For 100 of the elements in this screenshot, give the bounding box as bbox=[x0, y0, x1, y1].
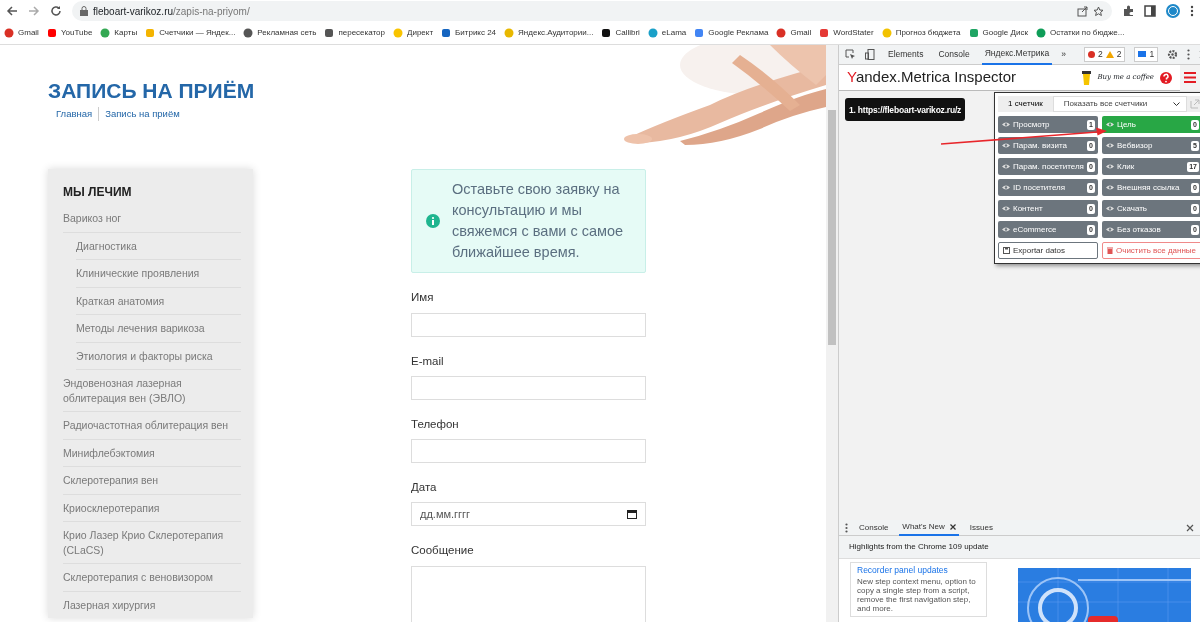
site-icon bbox=[4, 28, 14, 38]
side-panel-icon[interactable] bbox=[1144, 5, 1156, 17]
eye-icon bbox=[1002, 122, 1010, 127]
settings-icon[interactable] bbox=[1167, 49, 1179, 60]
input-field[interactable] bbox=[411, 312, 646, 337]
sidebar-link[interactable]: Склеротерапия вен bbox=[63, 467, 241, 495]
input-field[interactable] bbox=[411, 375, 646, 400]
eye-icon bbox=[1002, 143, 1010, 148]
field-label: E-mail bbox=[411, 353, 445, 369]
page-title: ЗАПИСЬ НА ПРИЁМ bbox=[48, 78, 256, 103]
site-icon bbox=[776, 28, 787, 38]
field-label: Имя bbox=[411, 290, 435, 306]
more-tabs-button[interactable]: » bbox=[1061, 48, 1066, 61]
kebab-menu-icon[interactable] bbox=[1187, 49, 1191, 60]
sidebar-link[interactable]: Эндовенозная лазерная облитерация вен (ЭВЛО) bbox=[63, 370, 241, 413]
site-icon bbox=[46, 28, 57, 38]
sidebar-sublink[interactable]: Методы лечения варикоза bbox=[76, 315, 241, 343]
bookmark[interactable]: WordStater bbox=[819, 27, 874, 39]
kebab-menu-icon[interactable] bbox=[1190, 5, 1194, 17]
sidebar-link[interactable]: Минифлебэктомия bbox=[63, 439, 241, 468]
bookmark[interactable]: Google Диск bbox=[968, 27, 1028, 39]
eye-icon bbox=[1106, 164, 1114, 169]
eye-icon bbox=[1106, 206, 1114, 211]
bookmark[interactable]: Яндекс.Аудитории... bbox=[504, 27, 594, 39]
menu-icon[interactable] bbox=[1184, 72, 1196, 83]
chevron-icon bbox=[1173, 101, 1180, 107]
share-icon[interactable] bbox=[1077, 5, 1088, 17]
calendar-icon[interactable] bbox=[627, 509, 637, 520]
sidebar-sublink[interactable]: Этиология и факторы риска bbox=[76, 342, 241, 371]
scrollbar-thumb[interactable] bbox=[828, 110, 836, 345]
device-icon[interactable] bbox=[865, 49, 876, 60]
eye-icon bbox=[1002, 206, 1010, 211]
feature-card[interactable]: Recorder panel updates New step context menu, option to copy a single step from a script, remove the first navigation step, and more. bbox=[850, 562, 987, 617]
bookmark[interactable]: пересекатор bbox=[324, 27, 385, 39]
bookmark[interactable]: Карты bbox=[100, 27, 138, 39]
breadcrumb-link[interactable]: Главная bbox=[56, 107, 93, 122]
warning-icon bbox=[1105, 51, 1114, 58]
sidebar-sublink[interactable]: Клинические проявления bbox=[76, 260, 241, 288]
sidebar-link[interactable]: Склеротерапия с веновизором bbox=[63, 564, 241, 592]
breadcrumb-link[interactable]: Запись на приём bbox=[98, 107, 180, 122]
error-icon bbox=[1087, 51, 1095, 58]
bookmark[interactable]: Рекламная сеть bbox=[243, 27, 317, 39]
site-icon bbox=[324, 28, 335, 38]
info-icon bbox=[426, 214, 440, 229]
puzzle-icon[interactable] bbox=[1122, 5, 1134, 17]
bookmark[interactable]: Остатки по бюдже... bbox=[1035, 27, 1125, 39]
bookmark[interactable]: Gmail bbox=[4, 27, 39, 39]
sidebar-link[interactable]: Радиочастотная облитерация вен bbox=[63, 412, 241, 440]
devtools-tab[interactable]: Elements bbox=[885, 44, 927, 65]
reload-icon[interactable] bbox=[50, 5, 62, 17]
sidebar-link[interactable]: Крио Лазер Крио Склеротерапия (CLaCS) bbox=[63, 522, 241, 565]
avatar-icon[interactable] bbox=[1166, 4, 1180, 18]
devtools-tab[interactable]: Console bbox=[935, 44, 973, 65]
card-text: New step context menu, option to copy a single step from a script, remove the first navigation step, and more. bbox=[857, 577, 977, 613]
bookmark[interactable]: Битрикс 24 bbox=[441, 27, 497, 39]
eye-icon bbox=[1002, 185, 1010, 190]
sidebar-link[interactable]: Варикоз ног bbox=[63, 205, 241, 233]
counter-tab[interactable]: 1 счетчик bbox=[998, 96, 1053, 112]
page-url-item[interactable]: 1. https://fleboart-varikoz.ru/z bbox=[845, 98, 966, 121]
close-icon[interactable] bbox=[949, 523, 956, 530]
bookmark[interactable]: Gmail bbox=[776, 27, 812, 39]
save-icon bbox=[1003, 247, 1010, 254]
card-title[interactable]: Recorder panel updates bbox=[857, 566, 980, 575]
issues-counter[interactable]: 2 2 bbox=[1083, 47, 1126, 62]
site-icon bbox=[441, 28, 452, 38]
site-icon bbox=[145, 28, 156, 38]
lock-icon bbox=[80, 6, 88, 16]
messages-counter[interactable]: 1 bbox=[1134, 47, 1159, 62]
bookmark[interactable]: Google Реклама bbox=[694, 27, 769, 39]
bookmark[interactable]: Директ bbox=[393, 27, 434, 39]
sidebar-link[interactable]: Криосклеротерапия bbox=[63, 494, 241, 523]
counter-select[interactable]: Показать все счетчики bbox=[1052, 96, 1187, 112]
sidebar-sublink[interactable]: Диагностика bbox=[76, 232, 241, 261]
sidebar-heading: МЫ ЛЕЧИМ bbox=[63, 184, 133, 202]
star-icon[interactable] bbox=[1093, 5, 1104, 17]
clear-data-button[interactable]: Очистить все данные bbox=[1102, 242, 1200, 259]
help-icon[interactable] bbox=[1160, 71, 1172, 84]
bookmark[interactable]: Прогноз бюджета bbox=[881, 27, 961, 39]
drawer-tab[interactable]: Console bbox=[856, 519, 892, 536]
url-text: fleboart-varikoz.ru/zapis-na-priyom/ bbox=[93, 4, 250, 19]
site-icon bbox=[504, 28, 515, 38]
back-icon[interactable] bbox=[6, 5, 18, 17]
bookmark[interactable]: eLama bbox=[647, 27, 687, 39]
message-icon bbox=[1138, 51, 1147, 58]
export-button[interactable]: Exportar datos bbox=[998, 242, 1098, 259]
date-field[interactable]: дд.мм.гггг bbox=[411, 502, 646, 527]
close-icon[interactable] bbox=[1186, 523, 1194, 532]
kebab-menu-icon[interactable] bbox=[845, 522, 848, 533]
address-bar[interactable]: fleboart-varikoz.ru/zapis-na-priyom/ bbox=[72, 1, 1112, 21]
bookmark[interactable]: Callibri bbox=[601, 27, 640, 39]
drawer-tab[interactable]: Issues bbox=[966, 519, 996, 536]
site-icon bbox=[819, 28, 830, 38]
input-field[interactable] bbox=[411, 439, 646, 463]
eye-icon bbox=[1106, 227, 1114, 232]
site-icon bbox=[1035, 28, 1046, 38]
inspect-icon[interactable] bbox=[845, 49, 856, 60]
sidebar-sublink[interactable]: Краткая анатомия bbox=[76, 287, 241, 316]
sidebar-link[interactable]: Лазерная хирургия bbox=[63, 591, 241, 619]
bookmark[interactable]: Счетчики — Яндек... bbox=[145, 27, 236, 39]
bookmark[interactable]: YouTube bbox=[46, 27, 93, 39]
